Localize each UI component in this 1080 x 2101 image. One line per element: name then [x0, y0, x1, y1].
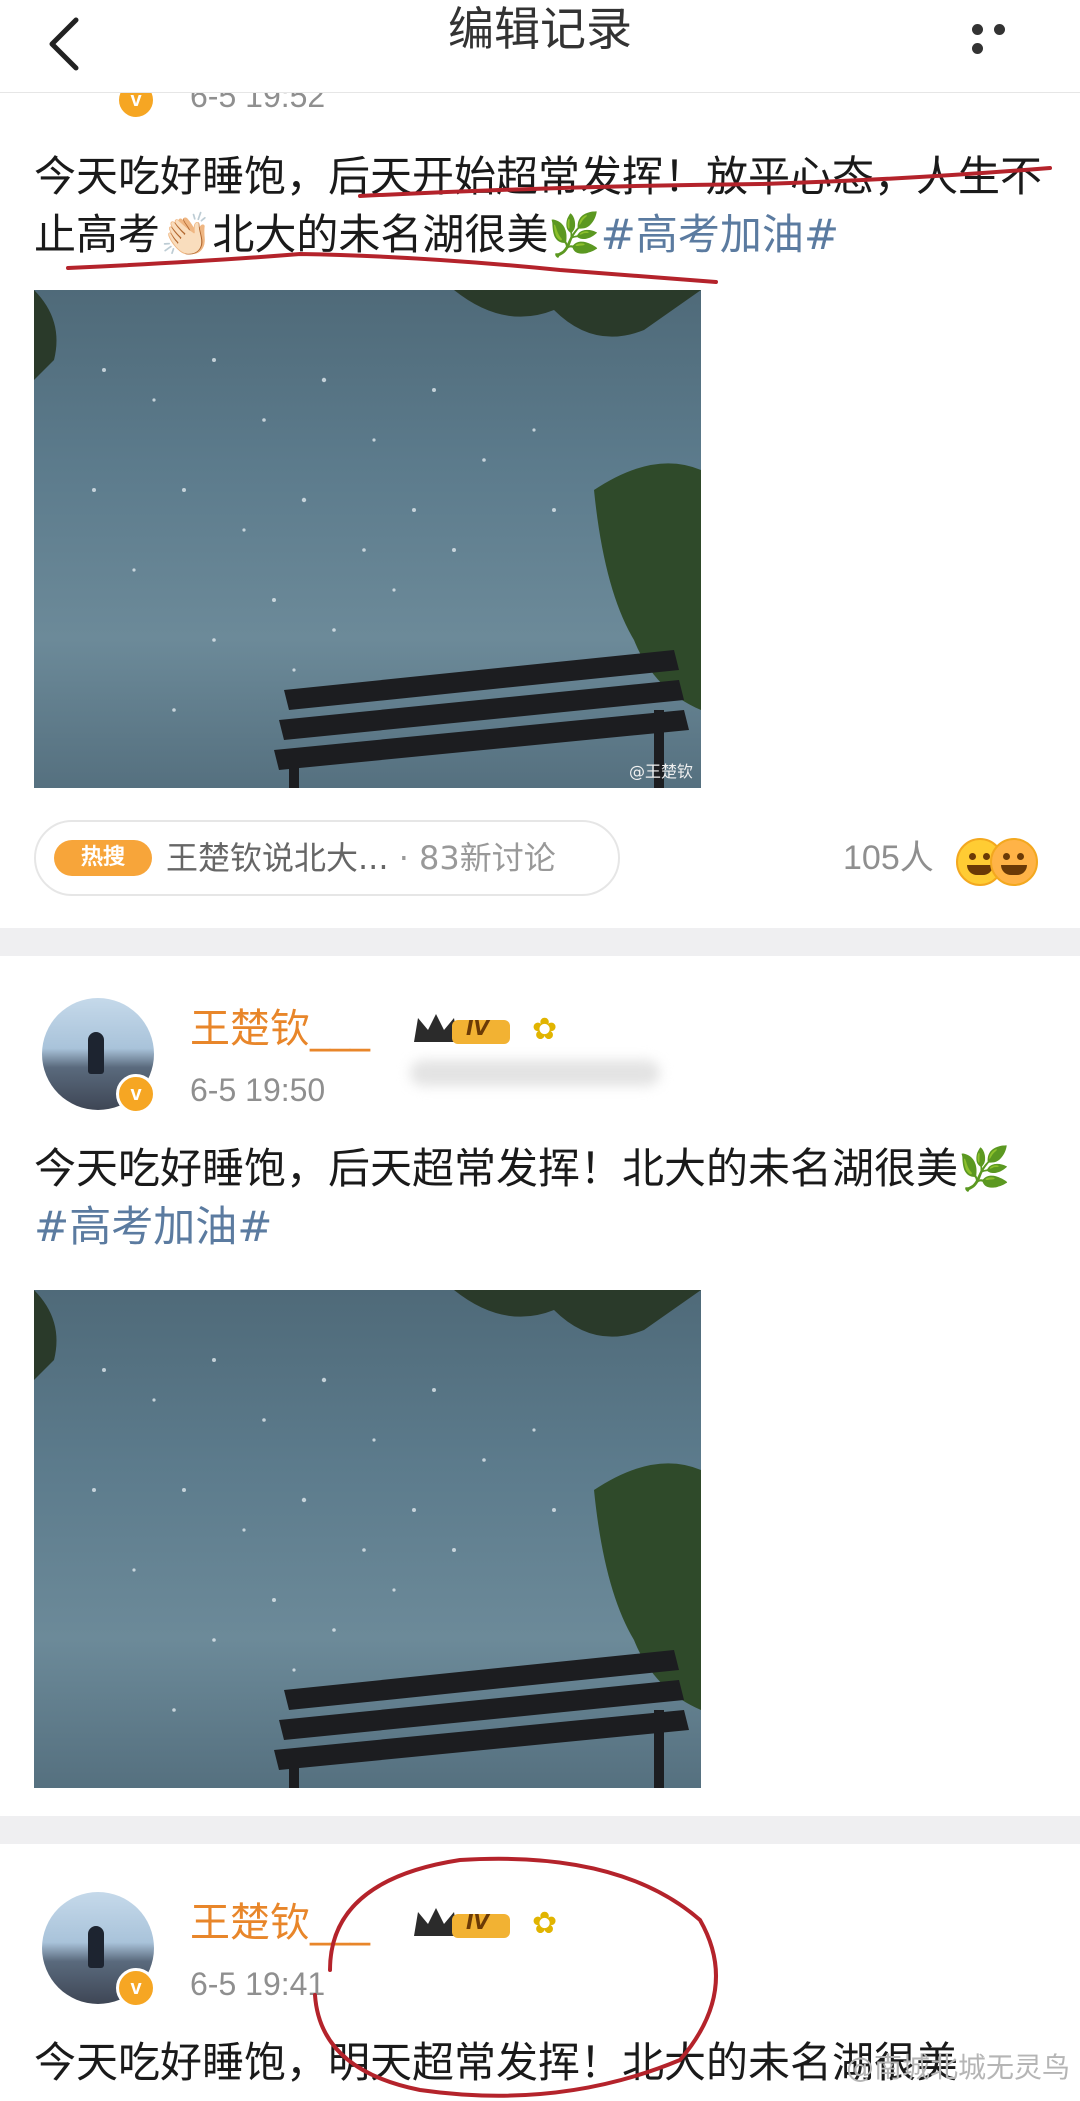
- footer-watermark: @南城北城无灵鸟: [845, 2051, 1070, 2084]
- crown-level-badge-icon: [414, 1014, 510, 1044]
- username[interactable]: 王楚钦___: [190, 1004, 370, 1054]
- post-time: 6-5 19:50: [190, 1072, 326, 1108]
- post-time: 6-5 19:41: [190, 1966, 326, 2002]
- level-badge-text: IV: [466, 1910, 489, 1934]
- post-separator: [0, 1816, 1080, 1844]
- post-text-after: 北大的未名湖很美: [212, 210, 549, 259]
- love-emoji-icon: [990, 838, 1038, 886]
- hot-search-badge: 热搜: [54, 840, 152, 876]
- leaf-emoji: 🌿: [958, 1144, 1011, 1193]
- verified-badge-icon: v: [116, 1074, 156, 1114]
- blurred-text: [410, 1060, 660, 1086]
- hot-search-bar[interactable]: 热搜 王楚钦说北大... · 83新讨论: [34, 820, 620, 896]
- page-title: 编辑记录: [448, 2, 632, 56]
- sunflower-icon: ✿: [532, 1012, 558, 1047]
- hot-search-text: 王楚钦说北大... · 83新讨论: [166, 836, 556, 880]
- leaf-emoji: 🌿: [548, 210, 601, 259]
- image-watermark: @王楚钦: [628, 762, 693, 781]
- top-nav-bar: 编辑记录: [0, 0, 1080, 93]
- post-text-main: 今天吃好睡饱，后天超常发挥！北大的未名湖很美: [34, 1144, 959, 1193]
- post-text: 今天吃好睡饱，后天超常发挥！北大的未名湖很美🌿 #高考加油#: [34, 1140, 1044, 1256]
- username[interactable]: 王楚钦___: [190, 1898, 370, 1948]
- level-badge-text: IV: [466, 1016, 489, 1040]
- post-image[interactable]: [34, 1290, 701, 1788]
- hashtag-link[interactable]: #高考加油#: [34, 1202, 272, 1251]
- sunflower-icon: ✿: [532, 1906, 558, 1941]
- lake-bench-image: [34, 1290, 701, 1788]
- hot-search-topic: 王楚钦说北大...: [166, 839, 389, 877]
- reaction-count[interactable]: 105人: [843, 836, 934, 880]
- edit-record-post-1: v 6-5 19:52 今天吃好睡饱，后天开始超常发挥！放平心态，人生不止高考👏…: [0, 0, 1080, 930]
- post-text: 今天吃好睡饱，后天开始超常发挥！放平心态，人生不止高考👏🏻北大的未名湖很美🌿#高…: [34, 148, 1044, 264]
- hashtag-link[interactable]: #高考加油#: [601, 210, 839, 259]
- crown-level-badge-icon: [414, 1908, 510, 1938]
- edit-record-post-2: v 王楚钦___ IV ✿ 6-5 19:50 今天吃好睡饱，后天超常发挥！北大…: [0, 956, 1080, 1816]
- more-dots-icon[interactable]: [972, 20, 1034, 54]
- post-image[interactable]: @王楚钦: [34, 290, 701, 788]
- lake-bench-image: [34, 290, 701, 788]
- hot-search-discussion: · 83新讨论: [398, 839, 556, 877]
- clap-emoji: 👏🏻: [160, 210, 213, 259]
- verified-badge-icon: v: [116, 1968, 156, 2008]
- post-separator: [0, 928, 1080, 956]
